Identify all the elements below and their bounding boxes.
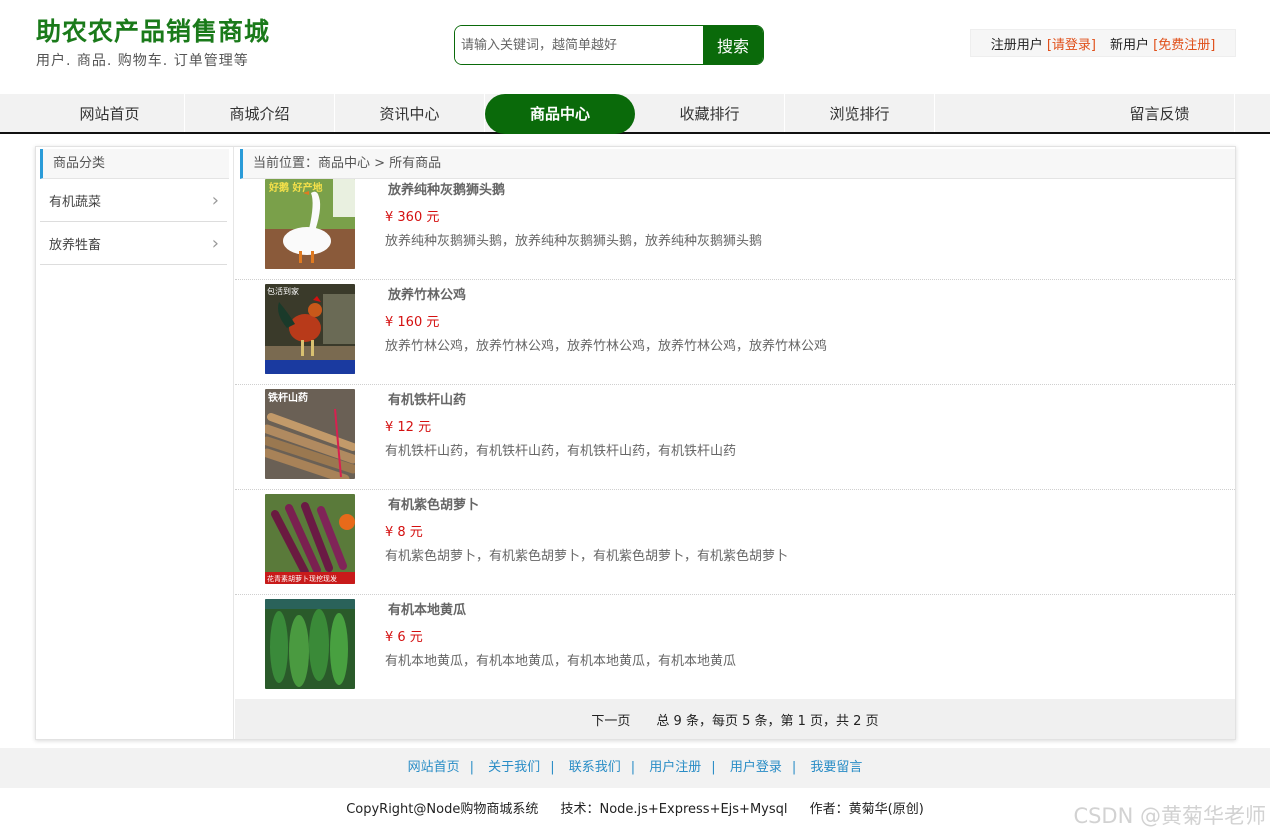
brand: 助农农产品销售商城 用户. 商品. 购物车. 订单管理等 — [36, 16, 270, 70]
footer-separator: | — [630, 760, 636, 775]
category-item-free-range-livestock[interactable]: 放养牲畜 › — [40, 222, 227, 265]
copyright-text: CopyRight@Node购物商城系统 — [346, 802, 539, 817]
product-image-text: 花青素胡萝卜现挖现发 — [267, 574, 337, 583]
main-nav: 网站首页 商城介绍 资讯中心 商品中心 收藏排行 浏览排行 留言反馈 — [0, 94, 1270, 134]
product-price: ¥ 12 元 — [385, 420, 432, 435]
footer-separator: | — [791, 760, 797, 775]
nav-item-news[interactable]: 资讯中心 — [335, 94, 485, 132]
product-description: 有机紫色胡萝卜，有机紫色胡萝卜，有机紫色胡萝卜，有机紫色胡萝卜 — [385, 549, 789, 564]
main-panel: 商品分类 有机蔬菜 › 放养牲畜 › 当前位置：商品中心 > 所有商品 好鹅 好… — [35, 146, 1236, 740]
chevron-right-icon: › — [211, 232, 219, 254]
product-image-text: 铁杆山药 — [268, 391, 308, 404]
product-name[interactable]: 有机铁杆山药 — [388, 389, 466, 408]
chevron-right-icon: › — [211, 189, 219, 211]
product-item: 有机本地黄瓜 ¥ 6 元 有机本地黄瓜，有机本地黄瓜，有机本地黄瓜，有机本地黄瓜 — [235, 595, 1235, 700]
product-image-text: 包活到家 — [267, 286, 299, 296]
product-image[interactable]: 好鹅 好产地 — [265, 179, 355, 269]
category-item-organic-vegetables[interactable]: 有机蔬菜 › — [40, 179, 227, 222]
register-user-label: 注册用户 — [990, 37, 1043, 53]
product-description: 放养纯种灰鹅狮头鹅，放养纯种灰鹅狮头鹅，放养纯种灰鹅狮头鹅 — [385, 234, 763, 249]
footer-link-message[interactable]: 我要留言 — [800, 760, 872, 775]
search-button[interactable]: 搜索 — [703, 26, 763, 64]
product-description: 放养竹林公鸡，放养竹林公鸡，放养竹林公鸡，放养竹林公鸡，放养竹林公鸡 — [385, 339, 828, 354]
footer-separator: | — [469, 760, 475, 775]
tech-stack-text: 技术：Node.js+Express+Ejs+Mysql — [560, 802, 788, 817]
nav-item-products[interactable]: 商品中心 — [485, 94, 635, 134]
pagination-summary: 总 9 条，每页 5 条，第 1 页，共 2 页 — [656, 713, 879, 729]
product-item: 好鹅 好产地 放养纯种灰鹅狮头鹅 ¥ 360 元 放养纯种灰鹅狮头鹅，放养纯种灰… — [235, 175, 1235, 280]
product-description: 有机本地黄瓜，有机本地黄瓜，有机本地黄瓜，有机本地黄瓜 — [385, 654, 737, 669]
author-text: 作者：黄菊华(原创) — [809, 802, 924, 817]
product-price: ¥ 6 元 — [385, 630, 423, 645]
product-name[interactable]: 放养纯种灰鹅狮头鹅 — [388, 179, 505, 198]
user-signup-group: 新用户 [免费注册] — [1110, 34, 1215, 53]
product-name[interactable]: 有机紫色胡萝卜 — [388, 494, 479, 513]
footer-link-contact[interactable]: 联系我们 — [559, 760, 631, 775]
product-name[interactable]: 放养竹林公鸡 — [388, 284, 466, 303]
footer-links: 网站首页 | 关于我们 | 联系我们 | 用户注册 | 用户登录 | 我要留言 — [0, 748, 1270, 788]
next-page-link[interactable]: 下一页 — [591, 710, 630, 729]
product-description: 有机铁杆山药，有机铁杆山药，有机铁杆山药，有机铁杆山药 — [385, 444, 737, 459]
search-input[interactable] — [455, 26, 703, 64]
nav-item-favorites-ranking[interactable]: 收藏排行 — [635, 94, 785, 132]
footer-link-register[interactable]: 用户注册 — [639, 760, 711, 775]
category-label: 放养牲畜 — [49, 237, 102, 253]
watermark: CSDN @黄菊华老师 — [1073, 804, 1266, 828]
product-image-text: 好鹅 好产地 — [268, 181, 322, 194]
new-user-label: 新用户 — [1110, 37, 1150, 53]
login-link[interactable]: [请登录] — [1047, 38, 1096, 53]
nav-item-views-ranking[interactable]: 浏览排行 — [785, 94, 935, 132]
product-item: 包活到家 放养竹林公鸡 ¥ 160 元 放养竹林公鸡，放养竹林公鸡，放养竹林公鸡… — [235, 280, 1235, 385]
product-image[interactable]: 包活到家 — [265, 284, 355, 374]
product-image[interactable] — [265, 599, 355, 689]
header: 助农农产品销售商城 用户. 商品. 购物车. 订单管理等 搜索 注册用户 [请登… — [0, 0, 1270, 94]
footer-link-login[interactable]: 用户登录 — [720, 760, 792, 775]
category-label: 有机蔬菜 — [49, 194, 102, 210]
product-price: ¥ 160 元 — [385, 315, 440, 330]
product-price: ¥ 8 元 — [385, 525, 423, 540]
footer-separator: | — [711, 760, 716, 775]
pagination: 下一页 总 9 条，每页 5 条，第 1 页，共 2 页 — [235, 699, 1235, 739]
product-price: ¥ 360 元 — [385, 210, 440, 225]
signup-link[interactable]: [免费注册] — [1153, 38, 1215, 53]
nav-item-home[interactable]: 网站首页 — [35, 94, 185, 132]
user-login-group: 注册用户 [请登录] — [991, 34, 1096, 53]
product-list-panel: 当前位置：商品中心 > 所有商品 好鹅 好产地 放养纯种灰鹅狮头鹅 ¥ 360 … — [235, 147, 1235, 739]
nav-item-about[interactable]: 商城介绍 — [185, 94, 335, 132]
site-title[interactable]: 助农农产品销售商城 — [36, 16, 270, 48]
site-subtitle: 用户. 商品. 购物车. 订单管理等 — [36, 53, 249, 69]
category-title: 商品分类 — [40, 149, 229, 179]
category-sidebar: 商品分类 有机蔬菜 › 放养牲畜 › — [36, 147, 234, 739]
product-image[interactable]: 花青素胡萝卜现挖现发 — [265, 494, 355, 584]
footer-separator: | — [550, 760, 555, 775]
product-item: 铁杆山药 有机铁杆山药 ¥ 12 元 有机铁杆山药，有机铁杆山药，有机铁杆山药，… — [235, 385, 1235, 490]
footer-link-home[interactable]: 网站首页 — [398, 760, 470, 775]
product-item: 花青素胡萝卜现挖现发 有机紫色胡萝卜 ¥ 8 元 有机紫色胡萝卜，有机紫色胡萝卜… — [235, 490, 1235, 595]
user-box: 注册用户 [请登录] 新用户 [免费注册] — [970, 29, 1236, 57]
search-bar: 搜索 — [454, 25, 764, 65]
product-name[interactable]: 有机本地黄瓜 — [388, 599, 466, 618]
product-image[interactable]: 铁杆山药 — [265, 389, 355, 479]
nav-item-feedback[interactable]: 留言反馈 — [1085, 94, 1235, 132]
footer-link-about[interactable]: 关于我们 — [478, 760, 550, 775]
